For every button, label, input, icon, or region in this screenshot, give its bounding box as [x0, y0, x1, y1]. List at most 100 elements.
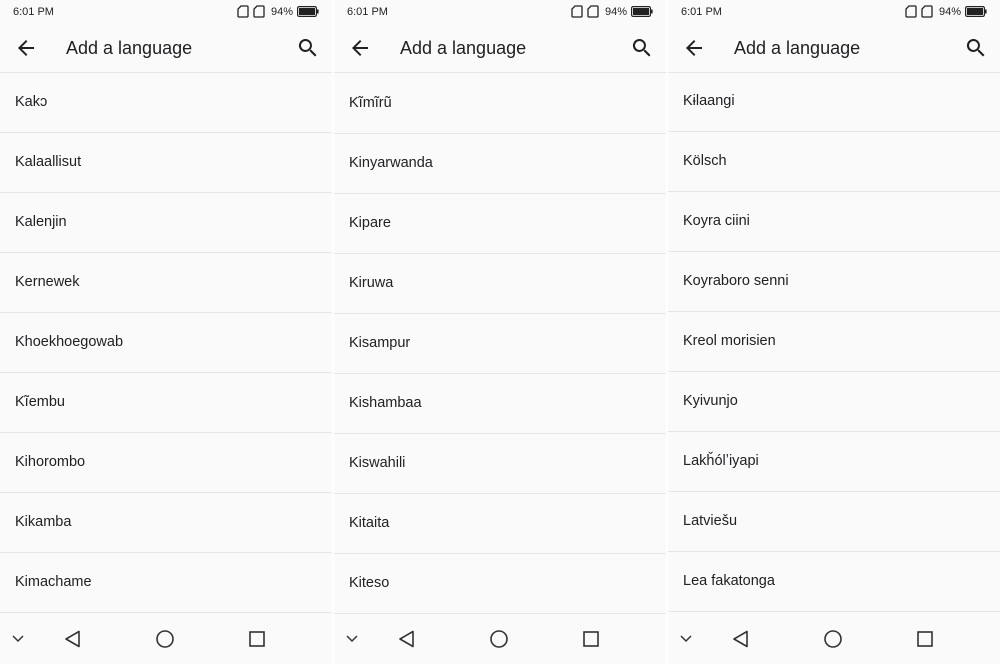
back-button[interactable]: [14, 36, 38, 60]
language-item[interactable]: Koyraboro senni: [668, 252, 1000, 312]
nav-recents-button[interactable]: [248, 630, 266, 648]
language-label: Kimachame: [15, 574, 92, 590]
triangle-back-icon: [65, 630, 80, 648]
nav-collapse-button[interactable]: [10, 632, 26, 646]
nav-back-button[interactable]: [731, 629, 751, 649]
navigation-bar: [334, 612, 666, 664]
back-button[interactable]: [348, 36, 372, 60]
nav-collapse-button[interactable]: [344, 632, 360, 646]
language-item[interactable]: Kĩembu: [0, 373, 332, 433]
nav-home-button[interactable]: [155, 629, 175, 649]
navigation-bar: [0, 612, 332, 664]
language-label: Kikamba: [15, 514, 72, 530]
language-label: Kĩmĩrũ: [349, 95, 392, 111]
language-item[interactable]: Kishambaa: [334, 374, 666, 434]
arrow-back-icon: [352, 40, 368, 56]
language-item[interactable]: Koyra ciini: [668, 192, 1000, 252]
language-item[interactable]: Kiruwa: [334, 254, 666, 314]
language-item[interactable]: Kihorombo: [0, 433, 332, 493]
language-label: Latviešu: [683, 513, 738, 529]
language-label: Kitaita: [349, 515, 390, 531]
battery-percent: 94%: [938, 5, 961, 18]
language-item[interactable]: Kalenjin: [0, 193, 332, 253]
language-item[interactable]: Kakɔ: [0, 73, 332, 133]
chevron-down-icon: [346, 635, 358, 643]
status-bar: 6:01 PM 94%: [668, 0, 1000, 24]
language-label: Kiswahili: [349, 455, 406, 471]
language-item[interactable]: Kiteso: [334, 554, 666, 614]
language-label: Lea fakatonga: [683, 573, 775, 589]
language-label: Kernewek: [15, 274, 80, 290]
chevron-down-icon: [12, 635, 24, 643]
status-bar: 6:01 PM 94%: [334, 0, 666, 24]
battery-icon: [631, 6, 653, 17]
language-label: Kihorombo: [15, 454, 86, 470]
status-icons: 94%: [905, 5, 987, 18]
language-label: Kalenjin: [15, 214, 67, 230]
nav-recents-button[interactable]: [582, 630, 600, 648]
nav-home-button[interactable]: [489, 629, 509, 649]
language-list: Kakɔ Kalaallisut Kalenjin Kernewek Khoekhoeg…: [0, 73, 332, 613]
language-item[interactable]: Kernewek: [0, 253, 332, 313]
language-label: Kreol morisien: [683, 333, 776, 349]
nav-recents-button[interactable]: [916, 630, 934, 648]
status-time: 6:01 PM: [347, 6, 388, 18]
nav-collapse-button[interactable]: [678, 632, 694, 646]
language-item[interactable]: Kimachame: [0, 553, 332, 613]
sim-card-icon: [921, 5, 933, 18]
language-label: Koyra ciini: [683, 213, 750, 229]
language-label: Kipare: [349, 215, 391, 231]
search-button[interactable]: [296, 36, 320, 60]
sim-card-icon: [587, 5, 599, 18]
language-label: Kiteso: [349, 575, 390, 591]
battery-percent: 94%: [604, 5, 627, 18]
language-item[interactable]: Kĩmĩrũ: [334, 74, 666, 134]
language-item[interactable]: Kɨlaangi: [668, 72, 1000, 132]
language-item[interactable]: Kalaallisut: [0, 133, 332, 193]
status-time: 6:01 PM: [13, 6, 54, 18]
status-icons: 94%: [571, 5, 653, 18]
chevron-down-icon: [680, 635, 692, 643]
language-item[interactable]: Kitaita: [334, 494, 666, 554]
language-item[interactable]: Khoekhoegowab: [0, 313, 332, 373]
language-label: Khoekhoegowab: [15, 334, 124, 350]
nav-back-button[interactable]: [397, 629, 417, 649]
language-label: Kakɔ: [15, 94, 48, 110]
language-item[interactable]: Kipare: [334, 194, 666, 254]
sim-card-icon: [237, 5, 249, 18]
language-list: Kɨlaangi Kölsch Koyra ciini Koyraboro senni…: [668, 72, 1000, 612]
battery-percent: 94%: [270, 5, 293, 18]
arrow-back-icon: [18, 40, 34, 56]
app-bar: Add a language: [334, 24, 666, 73]
triangle-back-icon: [733, 630, 748, 648]
language-item[interactable]: Lakȟólʼiyapi: [668, 432, 1000, 492]
language-item[interactable]: Kiswahili: [334, 434, 666, 494]
language-item[interactable]: Kinyarwanda: [334, 134, 666, 194]
nav-back-button[interactable]: [63, 629, 83, 649]
battery-icon: [297, 6, 319, 17]
arrow-back-icon: [686, 40, 702, 56]
language-list: Kĩmĩrũ Kinyarwanda Kipare Kiruwa Kisampur Kis…: [334, 74, 666, 614]
language-label: Kɨlaangi: [683, 93, 735, 109]
phone-screen-1: 6:01 PM 94% Add a language Kakɔ Kalaalli…: [0, 0, 332, 664]
square-recents-icon: [917, 631, 933, 647]
back-button[interactable]: [682, 36, 706, 60]
language-label: Koyraboro senni: [683, 273, 789, 289]
language-item[interactable]: Lea fakatonga: [668, 552, 1000, 612]
status-icons: 94%: [237, 5, 319, 18]
search-button[interactable]: [964, 36, 988, 60]
search-button[interactable]: [630, 36, 654, 60]
language-item[interactable]: Latviešu: [668, 492, 1000, 552]
language-label: Kiruwa: [349, 275, 394, 291]
circle-home-icon: [490, 630, 508, 648]
language-item[interactable]: Kikamba: [0, 493, 332, 553]
language-item[interactable]: Kyivunjo: [668, 372, 1000, 432]
square-recents-icon: [249, 631, 265, 647]
language-item[interactable]: Kreol morisien: [668, 312, 1000, 372]
nav-home-button[interactable]: [823, 629, 843, 649]
language-item[interactable]: Kisampur: [334, 314, 666, 374]
language-label: Kalaallisut: [15, 154, 82, 170]
language-item[interactable]: Kölsch: [668, 132, 1000, 192]
language-label: Kinyarwanda: [349, 155, 433, 171]
language-label: Lakȟólʼiyapi: [683, 453, 759, 469]
